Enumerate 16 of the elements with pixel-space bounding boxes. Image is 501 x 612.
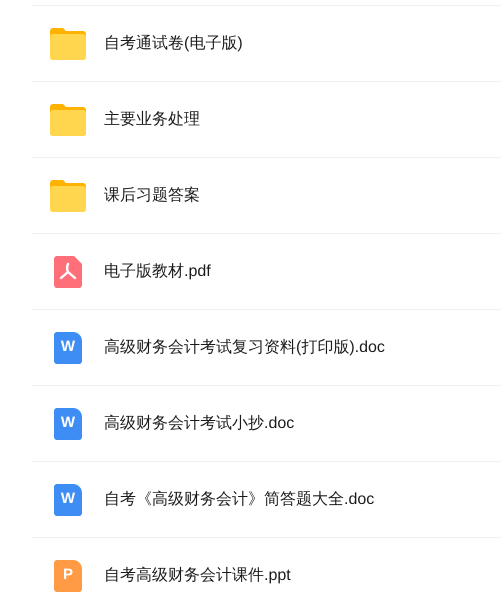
file-name[interactable]: 高级财务会计考试小抄.doc [104, 412, 294, 436]
file-name[interactable]: 电子版教材.pdf [104, 260, 211, 284]
file-name[interactable]: 自考通试卷(电子版) [104, 32, 243, 56]
file-name[interactable]: 自考高级财务会计课件.ppt [104, 564, 291, 588]
file-name[interactable]: 主要业务处理 [104, 108, 200, 132]
folder-icon [50, 180, 86, 212]
file-name[interactable]: 自考《高级财务会计》简答题大全.doc [104, 488, 374, 512]
pdf-file-icon [54, 256, 82, 288]
folder-icon [50, 28, 86, 60]
word-file-icon: W [54, 484, 82, 516]
word-file-icon: W [54, 408, 82, 440]
file-name[interactable]: 课后习题答案 [104, 184, 200, 208]
word-file-icon: W [54, 332, 82, 364]
file-name[interactable]: 高级财务会计考试复习资料(打印版).doc [104, 336, 385, 360]
slides-file-icon: P [54, 560, 82, 592]
folder-icon [50, 104, 86, 136]
